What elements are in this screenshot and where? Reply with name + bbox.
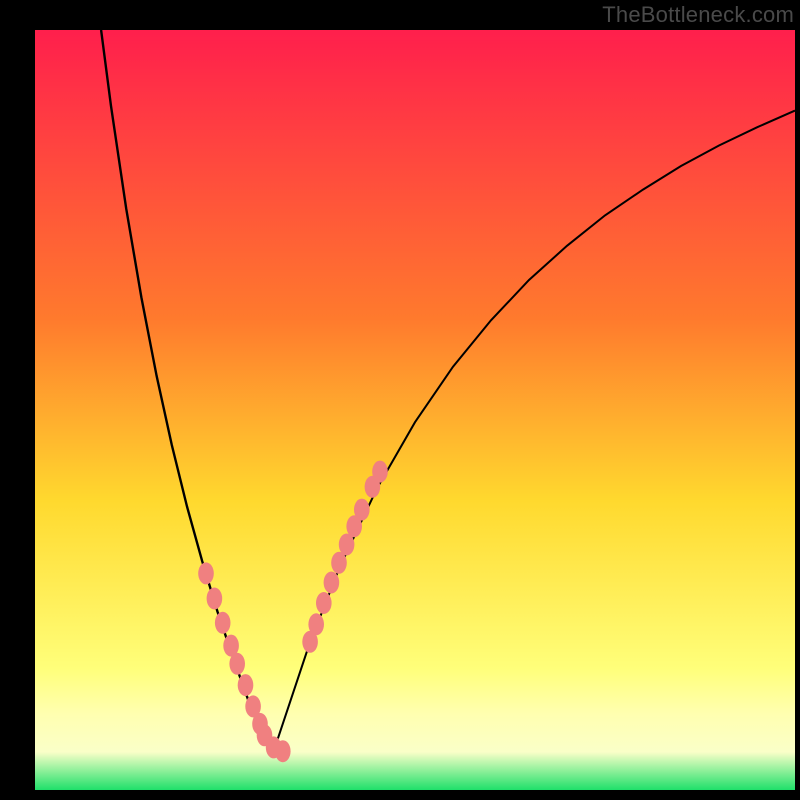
chart-frame: TheBottleneck.com <box>0 0 800 800</box>
plot-background <box>35 30 795 790</box>
data-marker <box>229 653 245 675</box>
data-marker <box>207 588 223 610</box>
data-marker <box>238 674 254 696</box>
data-marker <box>354 499 370 521</box>
data-marker <box>316 592 332 614</box>
data-marker <box>331 552 347 574</box>
data-marker <box>308 613 324 635</box>
watermark-text: TheBottleneck.com <box>602 2 794 28</box>
bottleneck-chart <box>0 0 800 800</box>
data-marker <box>198 562 214 584</box>
data-marker <box>275 740 291 762</box>
data-marker <box>324 572 340 594</box>
data-marker <box>215 612 231 634</box>
data-marker <box>372 461 388 483</box>
